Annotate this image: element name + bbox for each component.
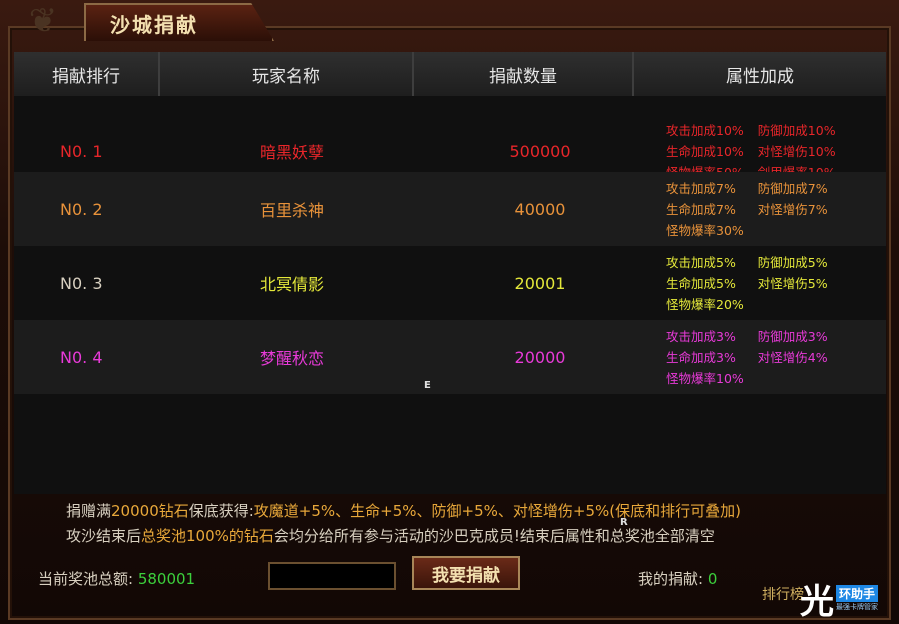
note-text: 会均分给所有参与活动的沙巴克成员!结束后属性和总奖池全部清空 — [273, 527, 715, 545]
attribute-item: 对怪增伤4% — [757, 349, 828, 365]
my-donation: 我的捐献: 0 — [638, 568, 717, 589]
note-highlight: 攻魔道+5%、生命+5%、防御+5%、对怪增伤+5%(保底和排行可叠加) — [253, 502, 741, 520]
dragon-ornament-icon: ❦ — [28, 1, 58, 41]
attribute-item: 对怪增伤7% — [757, 201, 828, 217]
cursor-marker-e: E — [424, 380, 431, 391]
attributes-cell: 攻击加成3% 防御加成3% 生命加成3% 对怪增伤4% 怪物爆率10% — [646, 320, 886, 394]
rank-cell: N0. 4 — [60, 347, 103, 367]
note-text: 攻沙结束后 — [66, 527, 142, 545]
table-row: N0. 3 北冥倩影 20001 攻击加成5% 防御加成5% 生命加成5% 对怪… — [14, 246, 886, 320]
logo-text: 环助手 最强卡牌管家 — [836, 584, 879, 612]
attribute-item: 防御加成3% — [757, 328, 828, 344]
header-player-name: 玩家名称 — [160, 52, 414, 96]
attribute-item: 怪物爆率20% — [666, 296, 744, 312]
header-rank: 捐献排行 — [14, 52, 160, 96]
attribute-item: 防御加成10% — [757, 122, 836, 138]
logo-sub-text: 最强卡牌管家 — [836, 602, 878, 611]
attribute-item: 攻击加成10% — [666, 122, 744, 138]
note-text: 捐赠满 — [66, 502, 112, 520]
attribute-item: 生命加成5% — [666, 275, 736, 291]
amount-cell: 20000 — [514, 347, 566, 367]
attribute-item: 攻击加成5% — [666, 254, 736, 270]
rank-cell: N0. 2 — [60, 199, 103, 219]
note-highlight: 20000钻石 — [111, 502, 189, 520]
pool-total: 当前奖池总额: 580001 — [38, 568, 195, 589]
dialog-title: 沙城捐献 — [84, 3, 274, 41]
pool-note: 攻沙结束后总奖池100%的钻石会均分给所有参与活动的沙巴克成员!结束后属性和总奖… — [66, 525, 715, 546]
amount-cell: 20001 — [514, 273, 566, 293]
attributes-cell: 攻击加成7% 防御加成7% 生命加成7% 对怪增伤7% 怪物爆率30% — [646, 172, 886, 246]
donation-amount-input[interactable] — [268, 562, 396, 590]
donate-button[interactable]: 我要捐献 — [412, 556, 520, 590]
amount-cell: 40000 — [514, 199, 566, 219]
attribute-item: 怪物爆率30% — [666, 222, 744, 238]
table-row: N0. 2 百里杀神 40000 攻击加成7% 防御加成7% 生命加成7% 对怪… — [14, 172, 886, 246]
attribute-item: 生命加成3% — [666, 349, 736, 365]
header-amount: 捐献数量 — [414, 52, 634, 96]
logo-glyph-icon: 光 — [800, 581, 834, 622]
table-row: N0. 4 梦醒秋恋 20000 攻击加成3% 防御加成3% 生命加成3% 对怪… — [14, 320, 886, 394]
player-name-cell: 北冥倩影 — [259, 275, 324, 294]
attribute-item: 生命加成7% — [666, 201, 736, 217]
logo-main-text: 环助手 — [836, 584, 879, 602]
attribute-item: 生命加成10% — [666, 143, 744, 159]
guarantee-note: 捐赠满20000钻石保底获得:攻魔道+5%、生命+5%、防御+5%、对怪增伤+5… — [66, 500, 741, 521]
attribute-item: 怪物爆率10% — [666, 370, 744, 386]
ranking-link[interactable]: 排行榜 — [762, 584, 804, 604]
pool-total-value: 580001 — [137, 570, 196, 588]
note-text: 保底获得: — [188, 502, 254, 520]
attribute-item: 对怪增伤5% — [757, 275, 828, 291]
watermark-logo: 光 环助手 最强卡牌管家 — [800, 576, 892, 622]
note-highlight: 总奖池100%的钻石 — [141, 527, 274, 545]
pool-total-label: 当前奖池总额: — [38, 570, 134, 588]
attribute-item: 防御加成7% — [757, 180, 828, 196]
my-donation-label: 我的捐献: — [638, 570, 704, 588]
attribute-item: 防御加成5% — [757, 254, 828, 270]
attribute-item: 攻击加成7% — [666, 180, 736, 196]
attribute-item: 攻击加成3% — [666, 328, 736, 344]
header-attributes: 属性加成 — [726, 66, 794, 87]
attributes-cell: 攻击加成5% 防御加成5% 生命加成5% 对怪增伤5% 怪物爆率20% — [646, 246, 886, 320]
rank-cell: N0. 3 — [60, 273, 103, 293]
my-donation-value: 0 — [707, 570, 718, 588]
attribute-item: 对怪增伤10% — [757, 143, 836, 159]
dialog-frame: ❦ 沙城捐献 捐献排行 玩家名称 捐献数量 属性加成 N0. 1 暗黑妖孽 50… — [0, 0, 899, 624]
table-header: 捐献排行 玩家名称 捐献数量 属性加成 — [14, 52, 886, 96]
player-name-cell: 百里杀神 — [259, 201, 324, 220]
donation-table: 捐献排行 玩家名称 捐献数量 属性加成 N0. 1 暗黑妖孽 500000 攻击… — [14, 52, 886, 494]
player-name-cell: 梦醒秋恋 — [259, 349, 324, 368]
